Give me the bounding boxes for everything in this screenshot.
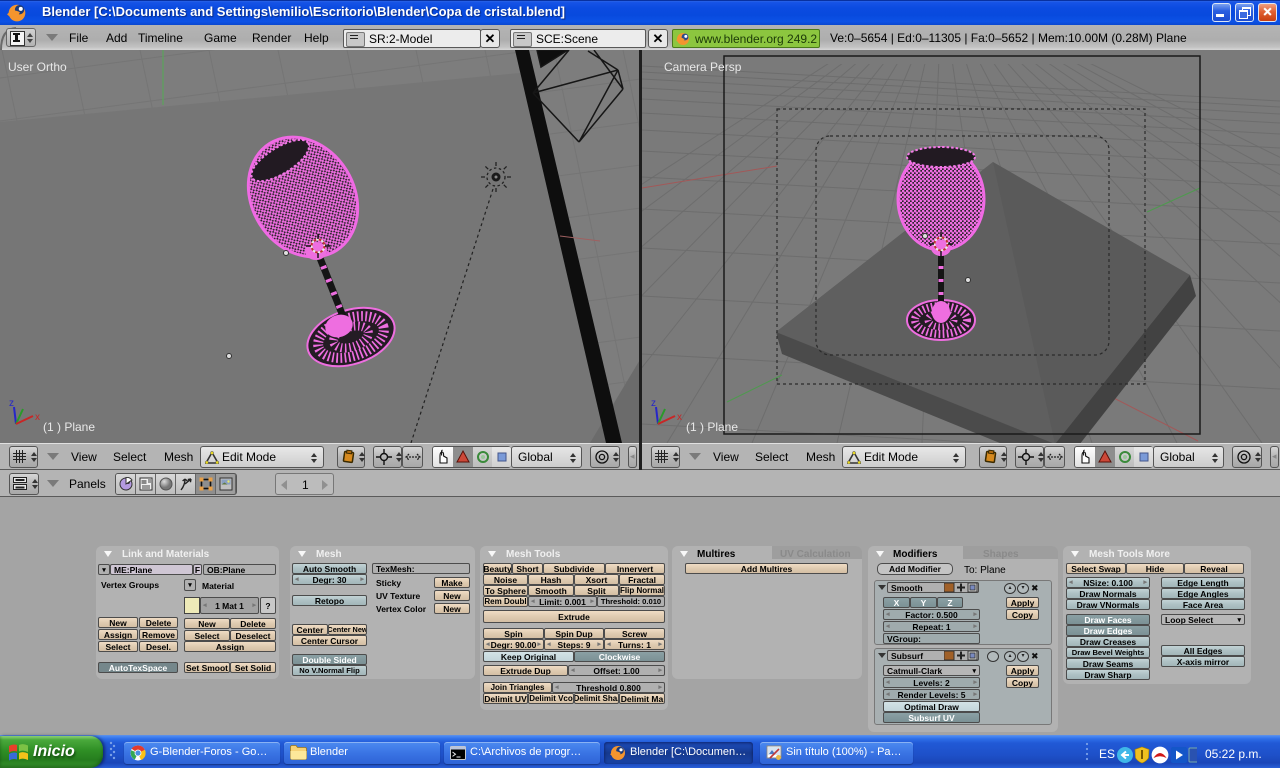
svg-text:User Ortho: User Ortho bbox=[8, 60, 67, 74]
svg-text:(1 ) Plane: (1 ) Plane bbox=[686, 420, 738, 434]
svg-text:z: z bbox=[9, 398, 14, 409]
svg-text:Camera Persp: Camera Persp bbox=[664, 60, 742, 74]
svg-text:x: x bbox=[677, 412, 682, 423]
svg-text:(1 ) Plane: (1 ) Plane bbox=[43, 420, 95, 434]
svg-text:x: x bbox=[35, 412, 40, 423]
svg-text:z: z bbox=[651, 398, 656, 409]
